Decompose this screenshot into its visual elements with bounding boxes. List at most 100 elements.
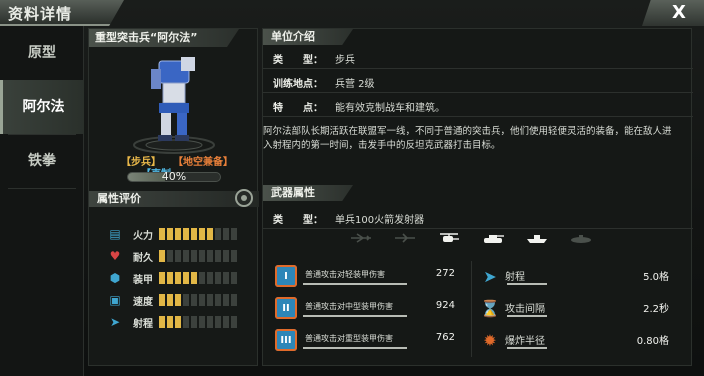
info-value: 步兵: [335, 55, 355, 66]
speed-icon: ▣: [109, 293, 121, 307]
unit-intro-header: 单位介绍: [263, 29, 353, 45]
attribute-bar-segment: [223, 272, 229, 284]
stat-label: 攻击间隔: [505, 304, 545, 315]
heart-icon: ♥: [109, 249, 121, 263]
attribute-bars: [159, 316, 237, 328]
attribute-bar-segment: [231, 228, 237, 240]
attribute-bar-segment: [191, 272, 197, 284]
attribute-bar-segment: [207, 316, 213, 328]
attribute-bar-segment: [207, 228, 213, 240]
attribute-row: ▤ 火力: [105, 225, 253, 243]
attributes-header: 属性评价: [89, 191, 259, 207]
submarine-icon: [569, 231, 593, 245]
range-icon: ➤: [483, 266, 497, 286]
attribute-bar-segment: [175, 272, 181, 284]
attribute-bar-segment: [167, 228, 173, 240]
weapon-type-row: 类 型： 单兵100火箭发射器: [263, 207, 693, 229]
weapon-stat: ⌛ 攻击间隔 2.2秒: [477, 295, 677, 323]
unit-description: 阿尔法部队长期活跃在联盟军一线，不同于普通的突击兵，他们使用轻便灵活的装备，能在…: [263, 126, 672, 151]
attribute-bars: [159, 294, 237, 306]
sidebar: 原型 阿尔法 铁拳: [0, 26, 84, 376]
sidebar-item-iron-fist[interactable]: 铁拳: [0, 134, 84, 188]
stat-value: 0.80格: [636, 336, 669, 347]
tag-anti-air: 【地空兼备】: [173, 157, 233, 168]
attribute-label: 火力: [133, 231, 153, 242]
attribute-bar-segment: [215, 294, 221, 306]
attribute-bar-segment: [207, 250, 213, 262]
jet-icon: [393, 231, 417, 245]
attribute-bar-segment: [231, 294, 237, 306]
stat-value: 924: [435, 300, 455, 311]
attribute-bar-segment: [199, 294, 205, 306]
window-title-tab: 资料详情: [0, 0, 124, 26]
target-types: [349, 231, 593, 245]
attribute-bar-segment: [175, 294, 181, 306]
attribute-bar-segment: [183, 228, 189, 240]
attribute-bar-segment: [215, 316, 221, 328]
window-title: 资料详情: [8, 5, 73, 23]
stat-label: 爆炸半径: [505, 336, 545, 347]
attribute-bar-segment: [199, 228, 205, 240]
info-row-type: 类 型： 步兵: [263, 47, 693, 69]
unit-progress: 40%: [127, 170, 221, 184]
armor-damage-stat: I 普通攻击对轻装甲伤害 272: [273, 263, 473, 291]
attribute-bar-segment: [231, 316, 237, 328]
attribute-bar-segment: [199, 316, 205, 328]
armor-damage-stat: III 普通攻击对重型装甲伤害 762: [273, 327, 473, 355]
attribute-bar-segment: [223, 228, 229, 240]
stat-underline: [303, 315, 407, 317]
attribute-label: 射程: [133, 319, 153, 330]
attribute-bar-segment: [191, 294, 197, 306]
info-row-training: 训练地点： 兵营 2级: [263, 71, 693, 93]
attribute-bar-segment: [167, 294, 173, 306]
attribute-bar-segment: [159, 250, 165, 262]
close-tab: X: [642, 0, 704, 26]
attribute-row: ➤ 射程: [105, 313, 253, 331]
attribute-bar-segment: [167, 250, 173, 262]
attribute-bar-segment: [183, 250, 189, 262]
share-icon[interactable]: [235, 189, 253, 207]
attribute-bar-segment: [183, 272, 189, 284]
weapon-stat: ✹ 爆炸半径 0.80格: [477, 327, 677, 355]
stat-value: 2.2秒: [643, 304, 669, 315]
weapon-stat: ➤ 射程 5.0格: [477, 263, 677, 291]
unit-name: 重型突击兵“阿尔法”: [89, 29, 239, 47]
attribute-bar-segment: [167, 272, 173, 284]
attribute-bar-segment: [159, 228, 165, 240]
attribute-bar-segment: [199, 272, 205, 284]
stat-value: 762: [435, 332, 455, 343]
attribute-label: 装甲: [133, 275, 153, 286]
armor-damage-stat: II 普通攻击对中型装甲伤害 924: [273, 295, 473, 323]
attribute-bar-segment: [215, 250, 221, 262]
unit-panel: 重型突击兵“阿尔法” 【步兵】 【地空兼备】 【克制 40% 属性评价 ▤火力♥…: [88, 28, 259, 366]
info-key: 训练地点：: [273, 79, 323, 90]
stat-label: 普通攻击对中型装甲伤害: [305, 302, 393, 311]
info-row-traits: 特 点： 能有效克制战车和建筑。: [263, 95, 693, 117]
attribute-bar-segment: [191, 228, 197, 240]
armor-tier-icon: I: [275, 265, 297, 287]
sidebar-item-alpha[interactable]: 阿尔法: [0, 80, 84, 134]
attribute-bar-segment: [159, 272, 165, 284]
armor-icon: ⬢: [109, 271, 121, 285]
attribute-bar-segment: [191, 316, 197, 328]
stat-underline: [507, 315, 547, 317]
attribute-bar-segment: [231, 272, 237, 284]
stat-underline: [303, 347, 407, 349]
armor-tier-icon: II: [275, 297, 297, 319]
attribute-bar-segment: [183, 316, 189, 328]
info-value: 能有效克制战车和建筑。: [335, 103, 445, 114]
info-value: 兵营 2级: [335, 79, 375, 90]
attribute-bar-segment: [159, 294, 165, 306]
attribute-label: 耐久: [133, 253, 153, 264]
close-icon[interactable]: X: [668, 3, 690, 23]
explosion-icon: ✹: [483, 330, 497, 350]
progress-label: 40%: [161, 170, 187, 183]
attribute-bar-segment: [191, 250, 197, 262]
attribute-bar-segment: [207, 272, 213, 284]
sidebar-item-prototype[interactable]: 原型: [0, 26, 84, 80]
firepower-icon: ▤: [109, 227, 121, 241]
attribute-bar-segment: [223, 250, 229, 262]
stat-underline: [303, 283, 407, 285]
stat-value: 272: [435, 268, 455, 279]
stat-value: 5.0格: [643, 272, 669, 283]
